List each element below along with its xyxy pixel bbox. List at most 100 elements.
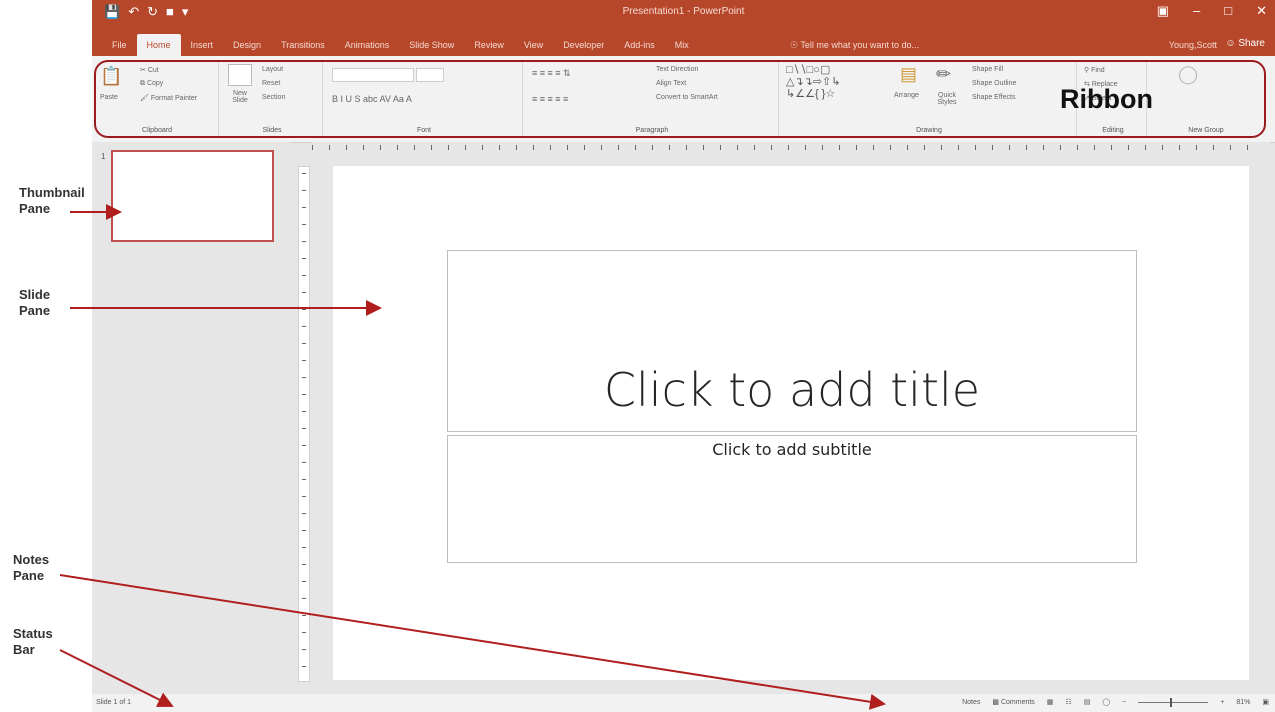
fit-slide-icon[interactable]: ▣: [1262, 698, 1269, 706]
tell-me-search[interactable]: ☉ Tell me what you want to do...: [790, 40, 919, 51]
ruler-tick: [1179, 145, 1180, 150]
minimize-icon[interactable]: –: [1193, 3, 1200, 19]
slide-sorter-icon[interactable]: ☷: [1065, 698, 1071, 706]
ruler-tick: [302, 326, 306, 327]
ruler-tick: [346, 145, 347, 150]
ruler-tick: [958, 145, 959, 150]
status-bar-callout: Status Bar: [13, 626, 53, 657]
tab-review[interactable]: Review: [464, 34, 514, 56]
title-placeholder-text: Click to add title: [603, 363, 981, 417]
tab-design[interactable]: Design: [223, 34, 271, 56]
ruler-tick: [302, 343, 306, 344]
ruler-tick: [302, 258, 306, 259]
ruler-tick: [1094, 145, 1095, 150]
ruler-tick: [397, 145, 398, 150]
ruler-tick: [771, 145, 772, 150]
ruler-tick: [890, 145, 891, 150]
ruler-tick: [635, 145, 636, 150]
ruler-tick: [737, 145, 738, 150]
zoom-slider[interactable]: [1138, 697, 1209, 707]
ruler-tick: [302, 207, 306, 208]
ruler-tick: [302, 615, 306, 616]
tab-developer[interactable]: Developer: [553, 34, 614, 56]
ruler-tick: [788, 145, 789, 150]
ruler-tick: [1111, 145, 1112, 150]
ruler-tick: [302, 190, 306, 191]
ruler-tick: [1213, 145, 1214, 150]
slide-thumbnail[interactable]: [111, 150, 274, 242]
slide-count: Slide 1 of 1: [96, 699, 132, 706]
user-name[interactable]: Young,Scott: [1169, 40, 1217, 50]
status-controls: Notes ▩ Comments ▦ ☷ ▤ ◯ − + 81% ▣: [962, 697, 1269, 707]
ruler-tick: [856, 145, 857, 150]
comments-button[interactable]: ▩ Comments: [992, 698, 1034, 706]
ruler-tick: [1077, 145, 1078, 150]
ruler-tick: [822, 145, 823, 150]
ruler-tick: [550, 145, 551, 150]
ruler-tick: [1060, 145, 1061, 150]
slide-canvas[interactable]: Click to add title Click to add subtitle: [333, 166, 1249, 680]
ruler-tick: [975, 145, 976, 150]
ruler-tick: [720, 145, 721, 150]
thumbnail-pane-callout: Thumbnail Pane: [19, 185, 85, 216]
ruler-tick: [465, 145, 466, 150]
restore-icon[interactable]: □: [1224, 3, 1232, 19]
zoom-level[interactable]: 81%: [1236, 699, 1250, 706]
tab-slide-show[interactable]: Slide Show: [399, 34, 464, 56]
ruler-tick: [1043, 145, 1044, 150]
subtitle-placeholder[interactable]: Click to add subtitle: [447, 435, 1137, 563]
tab-add-ins[interactable]: Add-ins: [614, 34, 665, 56]
ruler-tick: [380, 145, 381, 150]
slideshow-icon[interactable]: ◯: [1102, 698, 1110, 706]
ruler-tick: [302, 530, 306, 531]
ruler-tick: [302, 394, 306, 395]
ruler-tick: [686, 145, 687, 150]
ruler-tick: [992, 145, 993, 150]
horizontal-ruler: [312, 142, 1270, 154]
tab-mix[interactable]: Mix: [665, 34, 699, 56]
share-button[interactable]: ☺ Share: [1221, 36, 1269, 51]
window-title: Presentation1 - PowerPoint: [622, 6, 745, 17]
notes-button[interactable]: Notes: [962, 699, 980, 706]
ruler-tick: [414, 145, 415, 150]
ruler-tick: [584, 145, 585, 150]
ruler-tick: [302, 275, 306, 276]
zoom-in-icon[interactable]: +: [1220, 699, 1224, 706]
ruler-tick: [1162, 145, 1163, 150]
zoom-out-icon[interactable]: −: [1122, 699, 1126, 706]
ruler-tick: [363, 145, 364, 150]
ruler-tick: [302, 462, 306, 463]
ribbon-callout: Ribbon: [1060, 84, 1153, 114]
ruler-tick: [924, 145, 925, 150]
ruler-tick: [1145, 145, 1146, 150]
tab-file[interactable]: File: [102, 34, 137, 56]
title-placeholder[interactable]: Click to add title: [447, 250, 1137, 432]
ruler-tick: [1230, 145, 1231, 150]
lightbulb-icon: ☉: [790, 40, 801, 50]
reading-view-icon[interactable]: ▤: [1084, 698, 1091, 706]
slide-pane-callout: Slide Pane: [19, 287, 51, 318]
tab-animations[interactable]: Animations: [335, 34, 400, 56]
ruler-tick: [302, 513, 306, 514]
tab-view[interactable]: View: [514, 34, 553, 56]
ruler-tick: [618, 145, 619, 150]
ruler-tick: [302, 411, 306, 412]
ruler-tick: [302, 666, 306, 667]
ruler-tick: [907, 145, 908, 150]
normal-view-icon[interactable]: ▦: [1047, 698, 1054, 706]
ruler-tick: [448, 145, 449, 150]
ribbon-options-icon[interactable]: ▣: [1157, 3, 1169, 19]
close-icon[interactable]: ✕: [1256, 3, 1267, 19]
tab-transitions[interactable]: Transitions: [271, 34, 335, 56]
ruler-tick: [302, 581, 306, 582]
ruler-tick: [873, 145, 874, 150]
vertical-ruler: [298, 166, 310, 682]
ruler-tick: [302, 241, 306, 242]
tab-insert[interactable]: Insert: [181, 34, 224, 56]
ruler-tick: [1009, 145, 1010, 150]
ruler-tick: [482, 145, 483, 150]
ruler-tick: [703, 145, 704, 150]
ruler-tick: [431, 145, 432, 150]
tab-home[interactable]: Home: [136, 34, 181, 56]
ruler-tick: [302, 479, 306, 480]
